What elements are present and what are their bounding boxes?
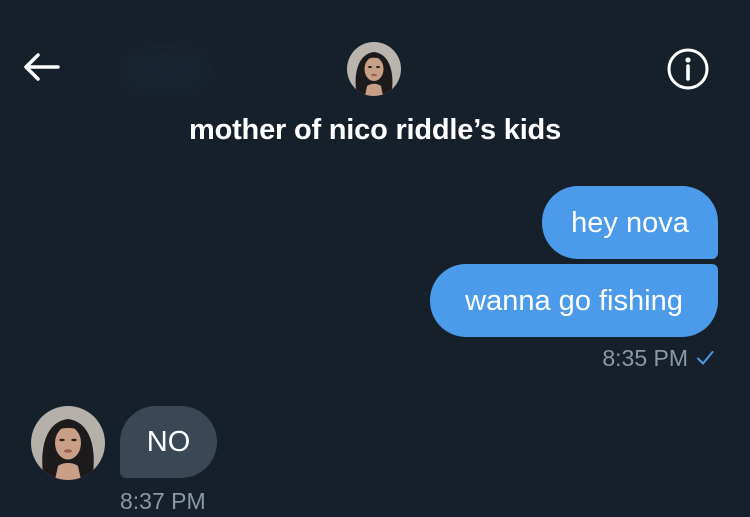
sender-avatar[interactable]	[31, 406, 105, 480]
message-bubble-outgoing[interactable]: wanna go fishing	[430, 264, 718, 337]
message-text: wanna go fishing	[465, 284, 683, 317]
conversation-info-button[interactable]	[665, 46, 711, 92]
outgoing-timestamp: 8:35 PM	[602, 344, 714, 372]
message-bubble-outgoing[interactable]: hey nova	[542, 186, 718, 259]
message-text: hey nova	[571, 206, 689, 239]
conversation-avatar[interactable]	[347, 42, 401, 96]
timestamp-text: 8:35 PM	[602, 345, 688, 371]
read-check-icon	[697, 351, 714, 365]
info-circle-icon	[667, 48, 709, 90]
message-text: NO	[146, 426, 191, 458]
avatar-image	[31, 406, 105, 480]
avatar-image	[347, 42, 401, 96]
conversation-title: mother of nico riddle’s kids	[189, 114, 561, 146]
blurred-background-element	[120, 48, 210, 92]
incoming-timestamp: 8:37 PM	[120, 488, 206, 514]
message-bubble-incoming[interactable]: NO	[120, 406, 217, 478]
back-button[interactable]	[18, 44, 64, 90]
arrow-left-icon	[24, 53, 60, 81]
